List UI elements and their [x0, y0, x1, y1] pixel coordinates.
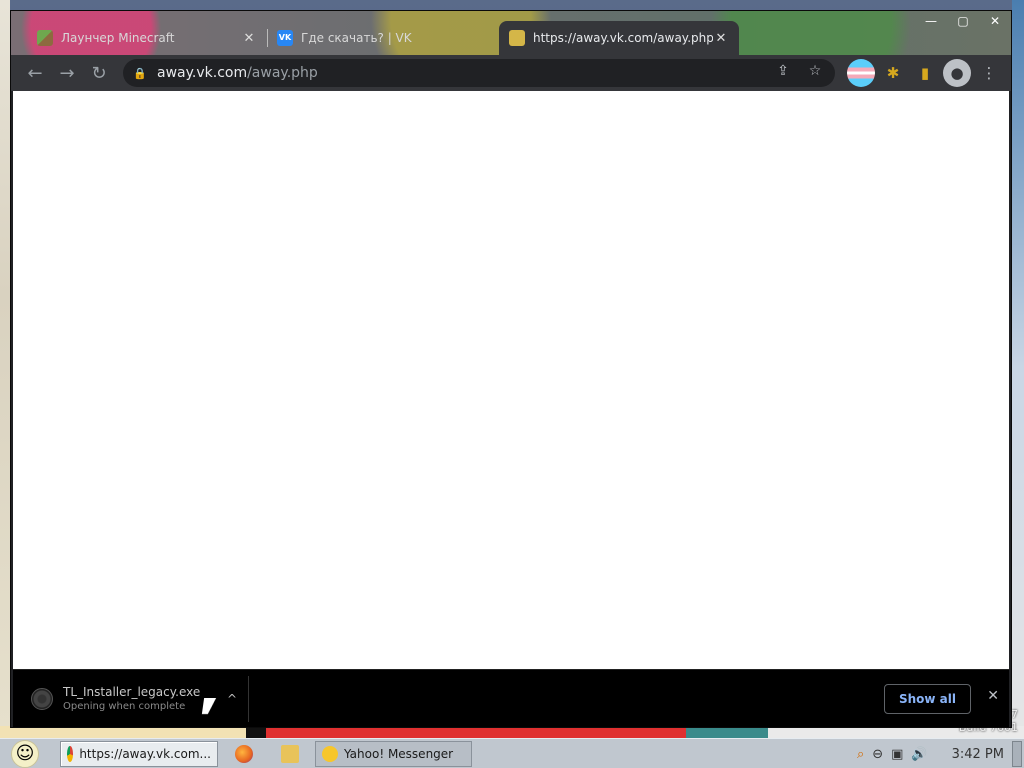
back-arrow-icon[interactable]: ← — [19, 59, 51, 87]
tab-title: Лаунчер Minecraft — [61, 31, 175, 45]
minimize-button[interactable]: — — [915, 11, 947, 31]
start-button[interactable]: ☺ — [0, 739, 50, 768]
build-digit: 7 — [1011, 708, 1018, 721]
address-bar[interactable]: 🔒 away.vk.com/away.php ⇪ ☆ — [123, 59, 835, 87]
url-host: away.vk.com — [157, 65, 248, 81]
display-tray-icon[interactable]: ▣ — [891, 747, 903, 762]
installer-file-icon — [31, 688, 53, 710]
maximize-button[interactable]: ▢ — [947, 11, 979, 31]
side-panel-icon[interactable]: ▮ — [911, 59, 939, 87]
yahoo-messenger-icon — [322, 746, 338, 762]
extensions-puzzle-icon[interactable]: ✱ — [879, 59, 907, 87]
taskbar-yahoo-messenger[interactable]: Yahoo! Messenger — [315, 741, 472, 767]
download-status: Opening when complete — [63, 701, 186, 712]
tab-minecraft[interactable]: Лаунчер Minecraft ✕ — [27, 21, 267, 55]
network-tray-icon[interactable]: ⊖ — [872, 747, 883, 762]
chrome-icon — [67, 746, 74, 762]
firefox-icon[interactable] — [235, 745, 253, 763]
page-content-blank[interactable] — [13, 91, 1009, 669]
tab-close-icon[interactable]: ✕ — [241, 31, 257, 46]
minecraft-icon — [37, 30, 53, 46]
share-icon[interactable]: ⇪ — [771, 63, 795, 83]
system-tray: ⌕ ⊖ ▣ 🔊 3:42 PM — [857, 741, 1004, 767]
bookmark-star-icon[interactable]: ☆ — [803, 63, 827, 83]
clock[interactable]: 3:42 PM — [952, 747, 1004, 762]
forward-arrow-icon[interactable]: → — [51, 59, 83, 87]
folder-icon[interactable] — [281, 745, 299, 763]
volume-icon[interactable]: 🔊 — [911, 747, 927, 762]
reload-icon[interactable]: ↻ — [83, 59, 115, 87]
browser-toolbar: ← → ↻ 🔒 away.vk.com/away.php ⇪ ☆ ✱ ▮ ● ⋮ — [11, 55, 1011, 91]
tab-close-icon[interactable]: ✕ — [713, 31, 729, 46]
omnibox-actions: ⇪ ☆ — [771, 63, 827, 83]
taskbar-chrome-window[interactable]: https://away.vk.com... — [60, 741, 218, 767]
profile-avatar[interactable]: ● — [943, 59, 971, 87]
mouse-cursor — [201, 698, 217, 714]
tab-title: https://away.vk.com/away.php — [533, 31, 713, 45]
lock-icon[interactable]: 🔒 — [133, 67, 147, 80]
tab-strip: Лаунчер Minecraft ✕ VK Где скачать? | VK… — [11, 11, 1011, 55]
flag-badge — [847, 59, 875, 87]
show-desktop-button[interactable] — [1012, 741, 1022, 767]
chevron-up-icon[interactable]: ^ — [222, 692, 242, 706]
extension-flag-icon[interactable] — [847, 59, 875, 87]
download-file-name: TL_Installer_legacy.exe — [63, 685, 201, 699]
close-window-button[interactable]: ✕ — [979, 11, 1011, 31]
avatar-icon: ● — [943, 59, 971, 87]
tab-vk[interactable]: VK Где скачать? | VK — [267, 21, 497, 55]
smiley-start-icon: ☺ — [11, 739, 39, 768]
vk-icon: VK — [277, 30, 293, 46]
browser-window: Лаунчер Minecraft ✕ VK Где скачать? | VK… — [10, 10, 1012, 728]
search-tray-icon[interactable]: ⌕ — [857, 747, 864, 762]
close-shelf-icon[interactable]: ✕ — [987, 688, 999, 704]
url-path: /away.php — [247, 65, 318, 81]
away-icon — [509, 30, 525, 46]
download-shelf: TL_Installer_legacy.exe Opening when com… — [13, 669, 1009, 727]
desktop-background-right — [1012, 0, 1024, 736]
taskbar-item-label: Yahoo! Messenger — [344, 747, 454, 761]
tab-title: Где скачать? | VK — [301, 31, 412, 45]
chrome-menu-icon[interactable]: ⋮ — [975, 59, 1003, 87]
window-controls: — ▢ ✕ — [915, 11, 1011, 31]
show-all-button[interactable]: Show all — [883, 684, 971, 714]
taskbar-item-label: https://away.vk.com... — [79, 747, 211, 761]
tab-away-active[interactable]: https://away.vk.com/away.php ✕ — [499, 21, 739, 55]
desktop-background-left — [0, 0, 10, 736]
extensions-area: ✱ ▮ ● ⋮ — [847, 59, 1003, 87]
taskbar: ☺ https://away.vk.com... Yahoo! Messenge… — [0, 738, 1024, 768]
